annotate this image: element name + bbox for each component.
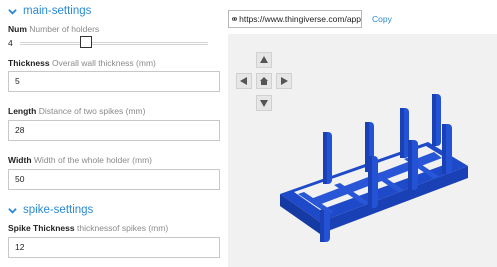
thickness-label: Thickness Overall wall thickness (mm) — [8, 58, 156, 68]
num-label-name: Num — [8, 24, 27, 34]
width-description: Width of the whole holder (mm) — [33, 155, 153, 165]
url-text: https://www.thingiverse.com/app — [239, 14, 361, 24]
spike-thickness-description: thicknessof spikes (mm) — [77, 223, 169, 233]
preview-panel: https://www.thingiverse.com/app Copy — [228, 0, 497, 267]
spike-thickness-label-name: Spike Thickness — [8, 223, 75, 233]
num-label: Num Number of holders — [8, 24, 99, 34]
spike-thickness-label: Spike Thickness thicknessof spikes (mm) — [8, 223, 168, 233]
width-input[interactable]: 50 — [8, 169, 220, 190]
chevron-down-icon — [8, 8, 17, 15]
length-label: Length Distance of two spikes (mm) — [8, 106, 145, 116]
main-settings-header[interactable]: main-settings — [8, 5, 91, 17]
thickness-input[interactable]: 5 — [8, 71, 220, 92]
thickness-label-name: Thickness — [8, 58, 50, 68]
width-label: Width Width of the whole holder (mm) — [8, 155, 152, 165]
width-label-name: Width — [8, 155, 32, 165]
length-description: Distance of two spikes (mm) — [38, 106, 146, 116]
3d-viewer[interactable] — [228, 34, 497, 267]
link-icon — [232, 17, 238, 21]
main-settings-title: main-settings — [23, 5, 92, 17]
thickness-description: Overall wall thickness (mm) — [51, 58, 156, 68]
num-value: 4 — [8, 38, 13, 48]
holder-model — [280, 94, 468, 242]
spike-settings-header[interactable]: spike-settings — [8, 204, 93, 216]
url-field[interactable]: https://www.thingiverse.com/app — [228, 10, 362, 28]
settings-panel: main-settings Num Number of holders 4 Th… — [0, 0, 228, 267]
spike-thickness-input[interactable]: 12 — [8, 237, 220, 258]
length-input[interactable]: 28 — [8, 120, 220, 141]
spike-settings-title: spike-settings — [23, 204, 94, 216]
length-label-name: Length — [8, 106, 37, 116]
num-description: Number of holders — [29, 24, 100, 34]
copy-link[interactable]: Copy — [372, 14, 392, 24]
num-slider-thumb[interactable] — [80, 36, 92, 48]
chevron-down-icon — [8, 207, 17, 214]
num-slider-track[interactable] — [20, 42, 208, 45]
